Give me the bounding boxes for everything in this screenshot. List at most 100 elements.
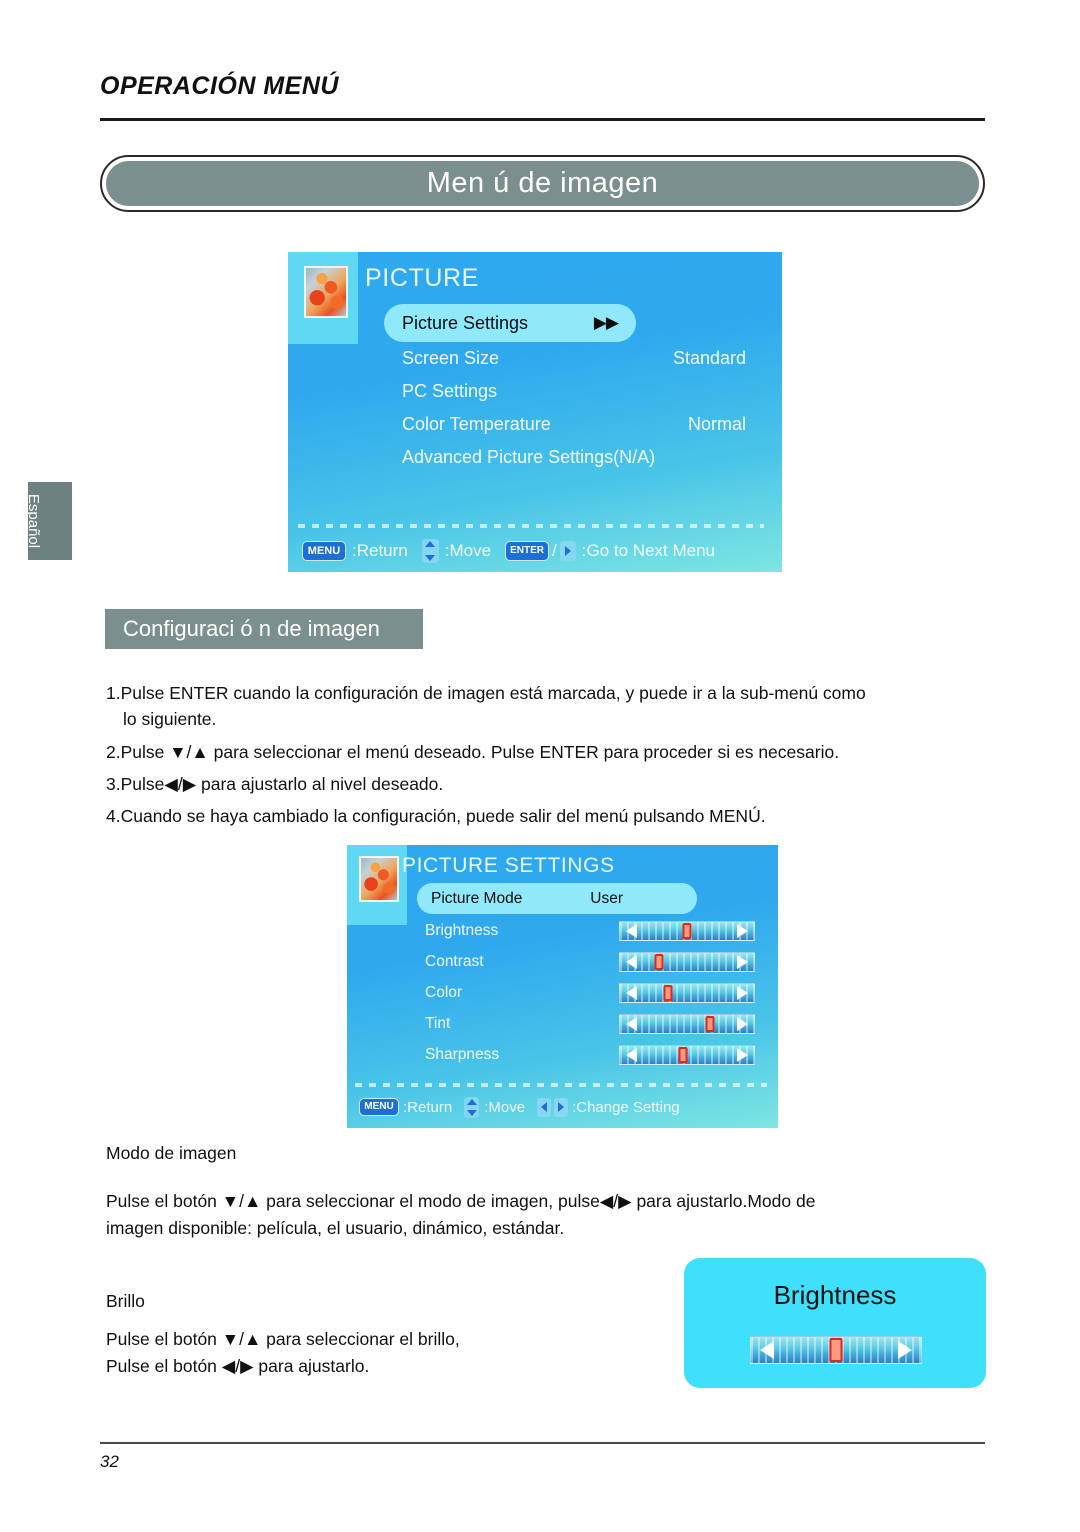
- instruction-line-2: 2.Pulse ▼/▲ para seleccionar el menú des…: [106, 741, 840, 762]
- picture-thumbnail-icon: [359, 856, 399, 902]
- brightness-description: Brillo Pulse el botón ▼/▲ para seleccion…: [106, 1288, 666, 1379]
- slider-left-arrow-icon[interactable]: [626, 1048, 637, 1062]
- slider-left-arrow-icon[interactable]: [626, 1017, 637, 1031]
- slider-right-arrow-icon[interactable]: [737, 955, 748, 969]
- osd-row-value: Standard: [672, 348, 746, 368]
- osd-slider-row-sharpness[interactable]: Sharpness: [425, 1045, 755, 1065]
- brightness-slider[interactable]: [619, 921, 755, 941]
- manual-page: OPERACIÓN MENÚ Español Men ú de imagen P…: [0, 0, 1080, 1532]
- osd-divider-dots: [355, 1083, 767, 1087]
- osd-row-label: Color Temperature: [402, 414, 551, 434]
- slider-left-arrow-icon[interactable]: [760, 1341, 774, 1359]
- osd-picture-settings-menu: PICTURE SETTINGS Picture Mode User Brigh…: [347, 845, 778, 1128]
- move-label: :Move: [444, 541, 492, 560]
- picture-mode-line-2: imagen disponible: película, el usuario,…: [106, 1217, 565, 1238]
- slider-ticks: [620, 984, 754, 1002]
- osd-row-label: Picture Mode: [431, 889, 523, 907]
- page-number: 32: [100, 1452, 119, 1471]
- instruction-line-4: 4.Cuando se haya cambiado la configuraci…: [106, 806, 766, 826]
- slider-ticks: [620, 953, 754, 971]
- chapter-banner-fill: Men ú de imagen: [106, 161, 979, 206]
- slider-knob[interactable]: [663, 985, 673, 1001]
- instruction-line-3: 3.Pulse◀/▶ para ajustarlo al nivel desea…: [106, 773, 444, 794]
- osd-row-label: PC Settings: [402, 381, 498, 401]
- osd-row-advanced-picture-settings[interactable]: Advanced Picture Settings(N/A): [402, 447, 766, 468]
- return-label: :Return: [403, 1098, 453, 1116]
- osd-row-label: Brightness: [425, 922, 499, 939]
- picture-thumbnail-icon: [304, 266, 348, 318]
- slider-left-arrow-icon[interactable]: [626, 924, 637, 938]
- subsection-heading: Configuraci ó n de imagen: [105, 609, 423, 649]
- language-side-tab: Español: [25, 482, 72, 560]
- osd-row-label: Advanced Picture Settings(N/A): [402, 447, 656, 467]
- osd-row-label: Screen Size: [402, 348, 500, 368]
- slider-knob[interactable]: [678, 1047, 688, 1063]
- slider-knob[interactable]: [682, 923, 692, 939]
- osd-slider-row-contrast[interactable]: Contrast: [425, 952, 755, 972]
- osd-row-label: Tint: [425, 1015, 451, 1032]
- osd-picture-menu: PICTURE Picture Settings ▶▶ Screen Size …: [288, 252, 782, 572]
- leftright-pad-icon[interactable]: [537, 1097, 569, 1117]
- slider-ticks: [620, 1015, 754, 1033]
- osd-picture-settings-title: PICTURE SETTINGS: [402, 854, 615, 877]
- osd-row-label: Sharpness: [425, 1046, 500, 1063]
- chapter-banner-title: Men ú de imagen: [426, 167, 659, 199]
- slider-knob[interactable]: [829, 1338, 843, 1362]
- osd-picture-settings-statusbar: MENU :Return :Move :Change Setting: [359, 1095, 680, 1119]
- slider-knob[interactable]: [654, 954, 664, 970]
- chapter-banner: Men ú de imagen: [100, 155, 985, 212]
- instruction-list: 1.Pulse ENTER cuando la configuración de…: [106, 680, 986, 829]
- slider-right-arrow-icon[interactable]: [737, 986, 748, 1000]
- osd-row-picture-settings[interactable]: Picture Settings ▶▶: [384, 304, 636, 342]
- picture-mode-line-1: Pulse el botón ▼/▲ para seleccionar el m…: [106, 1191, 816, 1212]
- osd-row-pc-settings[interactable]: PC Settings: [402, 381, 746, 402]
- instruction-line-1-cont: lo siguiente.: [123, 709, 217, 730]
- brightness-line-2: Pulse el botón ◀/▶ para ajustarlo.: [106, 1355, 370, 1376]
- sharpness-slider[interactable]: [619, 1045, 755, 1065]
- osd-divider-dots: [298, 524, 764, 528]
- key-separator: /: [552, 541, 557, 560]
- picture-mode-description: Modo de imagen Pulse el botón ▼/▲ para s…: [106, 1140, 906, 1241]
- menu-key-icon[interactable]: MENU: [359, 1098, 399, 1116]
- slider-right-arrow-icon[interactable]: [737, 1017, 748, 1031]
- footer-divider: [100, 1442, 985, 1444]
- osd-row-value: Normal: [687, 414, 746, 434]
- brightness-heading: Brillo: [106, 1291, 145, 1311]
- right-pad-icon[interactable]: [559, 541, 576, 561]
- slider-left-arrow-icon[interactable]: [626, 955, 637, 969]
- updown-pad-icon[interactable]: [421, 539, 439, 563]
- menu-key-icon[interactable]: MENU: [302, 541, 346, 561]
- slider-right-arrow-icon[interactable]: [737, 1048, 748, 1062]
- osd-row-value: User: [590, 889, 623, 907]
- osd-slider-row-tint[interactable]: Tint: [425, 1014, 755, 1034]
- osd-row-label: Color: [425, 984, 463, 1001]
- contrast-slider[interactable]: [619, 952, 755, 972]
- slider-left-arrow-icon[interactable]: [626, 986, 637, 1000]
- color-slider[interactable]: [619, 983, 755, 1003]
- submenu-arrow-icon: ▶▶: [593, 313, 619, 332]
- osd-row-screen-size[interactable]: Screen Size Standard: [402, 348, 746, 369]
- osd-slider-row-brightness[interactable]: Brightness: [425, 921, 755, 941]
- updown-pad-icon[interactable]: [464, 1096, 480, 1118]
- tint-slider[interactable]: [619, 1014, 755, 1034]
- osd-slider-row-color[interactable]: Color: [425, 983, 755, 1003]
- header-divider: [100, 118, 985, 121]
- subsection-heading-label: Configuraci ó n de imagen: [123, 616, 380, 641]
- enter-key-icon[interactable]: ENTER: [505, 541, 550, 561]
- move-label: :Move: [484, 1098, 526, 1116]
- osd-row-label: Contrast: [425, 953, 484, 970]
- osd-row-picture-mode[interactable]: Picture Mode User: [417, 883, 697, 914]
- brightness-callout-slider[interactable]: [750, 1336, 922, 1364]
- instruction-line-1: 1.Pulse ENTER cuando la configuración de…: [106, 683, 866, 703]
- next-menu-label: :Go to Next Menu: [581, 541, 716, 560]
- slider-knob[interactable]: [705, 1016, 715, 1032]
- picture-mode-heading: Modo de imagen: [106, 1143, 237, 1163]
- return-label: :Return: [352, 541, 408, 560]
- slider-right-arrow-icon[interactable]: [737, 924, 748, 938]
- slider-right-arrow-icon[interactable]: [898, 1341, 912, 1359]
- language-side-tab-label: Español: [25, 493, 42, 549]
- brightness-callout-title: Brightness: [773, 1280, 897, 1310]
- osd-row-color-temperature[interactable]: Color Temperature Normal: [402, 414, 746, 435]
- page-section-title: OPERACIÓN MENÚ: [100, 72, 339, 100]
- change-setting-label: :Change Setting: [572, 1098, 680, 1116]
